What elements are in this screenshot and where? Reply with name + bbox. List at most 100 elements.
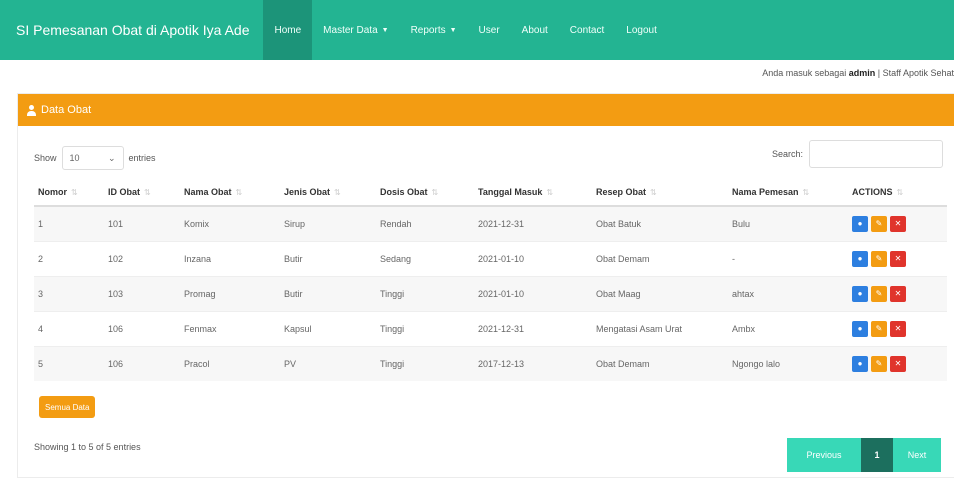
cell-resep-obat: Obat Maag [592,275,728,311]
cell-tanggal-masuk: 2021-01-10 [474,240,592,276]
col-header-jenis-obat[interactable]: Jenis Obat ⇅ [280,178,376,207]
header-label: ACTIONS [852,186,893,197]
delete-button[interactable]: ✕ [890,285,906,302]
col-header-nama-obat[interactable]: Nama Obat ⇅ [180,178,280,207]
col-header-nama-pemesan[interactable]: Nama Pemesan ⇅ [728,178,848,207]
col-header-actions[interactable]: ACTIONS ⇅ [848,178,947,207]
table-header-row: Nomor ⇅ ID Obat ⇅ Nama Obat ⇅ Jenis Obat ⇅ D… [34,178,947,207]
header-label: Nomor [38,186,67,197]
nav-contact[interactable]: Contact [559,0,615,60]
nav-user[interactable]: User [468,0,511,60]
cell-resep-obat: Obat Demam [592,345,728,381]
header-label: Nama Pemesan [732,186,799,197]
col-header-dosis-obat[interactable]: Dosis Obat ⇅ [376,178,474,207]
cell-nama-obat: Inzana [180,240,280,276]
nav-contact-label: Contact [569,24,605,36]
close-icon: ✕ [894,324,902,333]
search-label: Search: [771,149,803,159]
edit-button[interactable]: ✎ [871,355,887,372]
col-header-id-obat[interactable]: ID Obat ⇅ [104,178,180,207]
col-header-nomor[interactable]: Nomor ⇅ [34,178,104,207]
pencil-icon: ✎ [875,254,883,263]
view-button[interactable]: ● [852,250,868,267]
all-data-button[interactable]: Semua Data [39,396,96,418]
cell-dosis-obat: Tinggi [376,310,474,346]
eye-icon: ● [857,289,863,298]
navbar: SI Pemesanan Obat di Apotik Iya Ade Home… [0,0,954,60]
header-label: ID Obat [108,186,141,197]
edit-button[interactable]: ✎ [871,250,887,267]
cell-actions: ● ✎ ✕ [848,240,947,276]
close-icon: ✕ [894,289,902,298]
edit-button[interactable]: ✎ [871,215,887,232]
cell-nama-obat: Promag [180,275,280,311]
pencil-icon: ✎ [875,359,883,369]
cell-id-obat: 106 [104,345,180,381]
cell-dosis-obat: Tinggi [376,275,474,311]
entries-length-control: Show 10 ⌄ entries [34,146,156,170]
sort-icon: ⇅ [71,187,78,197]
cell-nama-pemesan: - [728,240,848,276]
nav-about[interactable]: About [511,0,559,60]
cell-jenis-obat: Butir [280,240,376,276]
brand-title[interactable]: SI Pemesanan Obat di Apotik Iya Ade [0,0,263,60]
cell-nomor: 5 [34,345,104,381]
cell-nama-pemesan: Ngongo lalo [728,345,848,381]
edit-button[interactable]: ✎ [871,320,887,337]
nav-home[interactable]: Home [263,0,313,60]
entries-select[interactable]: 10 ⌄ [61,146,124,170]
close-icon: ✕ [894,359,902,369]
cell-tanggal-masuk: 2017-12-13 [474,345,592,381]
login-user: admin [848,68,876,78]
cell-nama-pemesan: ahtax [728,275,848,311]
delete-button[interactable]: ✕ [890,355,906,372]
cell-actions: ● ✎ ✕ [848,205,947,241]
panel-heading: Data Obat [18,94,954,126]
close-icon: ✕ [894,254,902,263]
sort-icon: ⇅ [896,187,904,197]
view-button[interactable]: ● [852,215,868,232]
table-row: 3 103 Promag Butir Tinggi 2021-01-10 Oba… [34,275,947,311]
col-header-tanggal-masuk[interactable]: Tanggal Masuk ⇅ [474,178,592,207]
col-header-resep-obat[interactable]: Resep Obat ⇅ [592,178,728,207]
login-info: Anda masuk sebagai admin | Staff Apotik … [762,68,954,78]
sort-icon: ⇅ [431,187,439,197]
panel-title: Data Obat [41,104,92,116]
eye-icon: ● [857,254,863,263]
view-button[interactable]: ● [852,355,868,372]
next-button[interactable]: Next [893,438,941,472]
user-icon [26,104,37,116]
search-control: Search: [772,140,943,168]
nav-reports[interactable]: Reports ▼ [400,0,468,60]
delete-button[interactable]: ✕ [890,320,906,337]
header-label: Resep Obat [596,186,647,197]
cell-nomor: 3 [34,275,104,311]
cell-id-obat: 106 [104,310,180,346]
cell-tanggal-masuk: 2021-12-31 [474,205,592,241]
delete-button[interactable]: ✕ [890,250,906,267]
nav-logout[interactable]: Logout [615,0,668,60]
edit-button[interactable]: ✎ [871,285,887,302]
pencil-icon: ✎ [875,324,883,333]
eye-icon: ● [857,359,863,369]
previous-button[interactable]: Previous [787,438,861,472]
cell-actions: ● ✎ ✕ [848,345,947,381]
cell-jenis-obat: Sirup [280,205,376,241]
search-input[interactable] [809,140,943,168]
header-label: Dosis Obat [380,186,428,197]
view-button[interactable]: ● [852,285,868,302]
delete-button[interactable]: ✕ [890,215,906,232]
view-button[interactable]: ● [852,320,868,337]
table-row: 4 106 Fenmax Kapsul Tinggi 2021-12-31 Me… [34,310,947,346]
sort-icon: ⇅ [334,187,341,197]
cell-resep-obat: Obat Batuk [592,205,728,241]
nav-master-data[interactable]: Master Data ▼ [312,0,399,60]
entries-value: 10 [69,153,80,163]
caret-down-icon: ▼ [449,26,457,34]
cell-jenis-obat: PV [280,345,376,381]
cell-jenis-obat: Kapsul [280,310,376,346]
sort-icon: ⇅ [802,187,810,197]
sort-icon: ⇅ [235,187,243,197]
page-1-button[interactable]: 1 [861,438,893,472]
cell-nama-pemesan: Ambx [728,310,848,346]
